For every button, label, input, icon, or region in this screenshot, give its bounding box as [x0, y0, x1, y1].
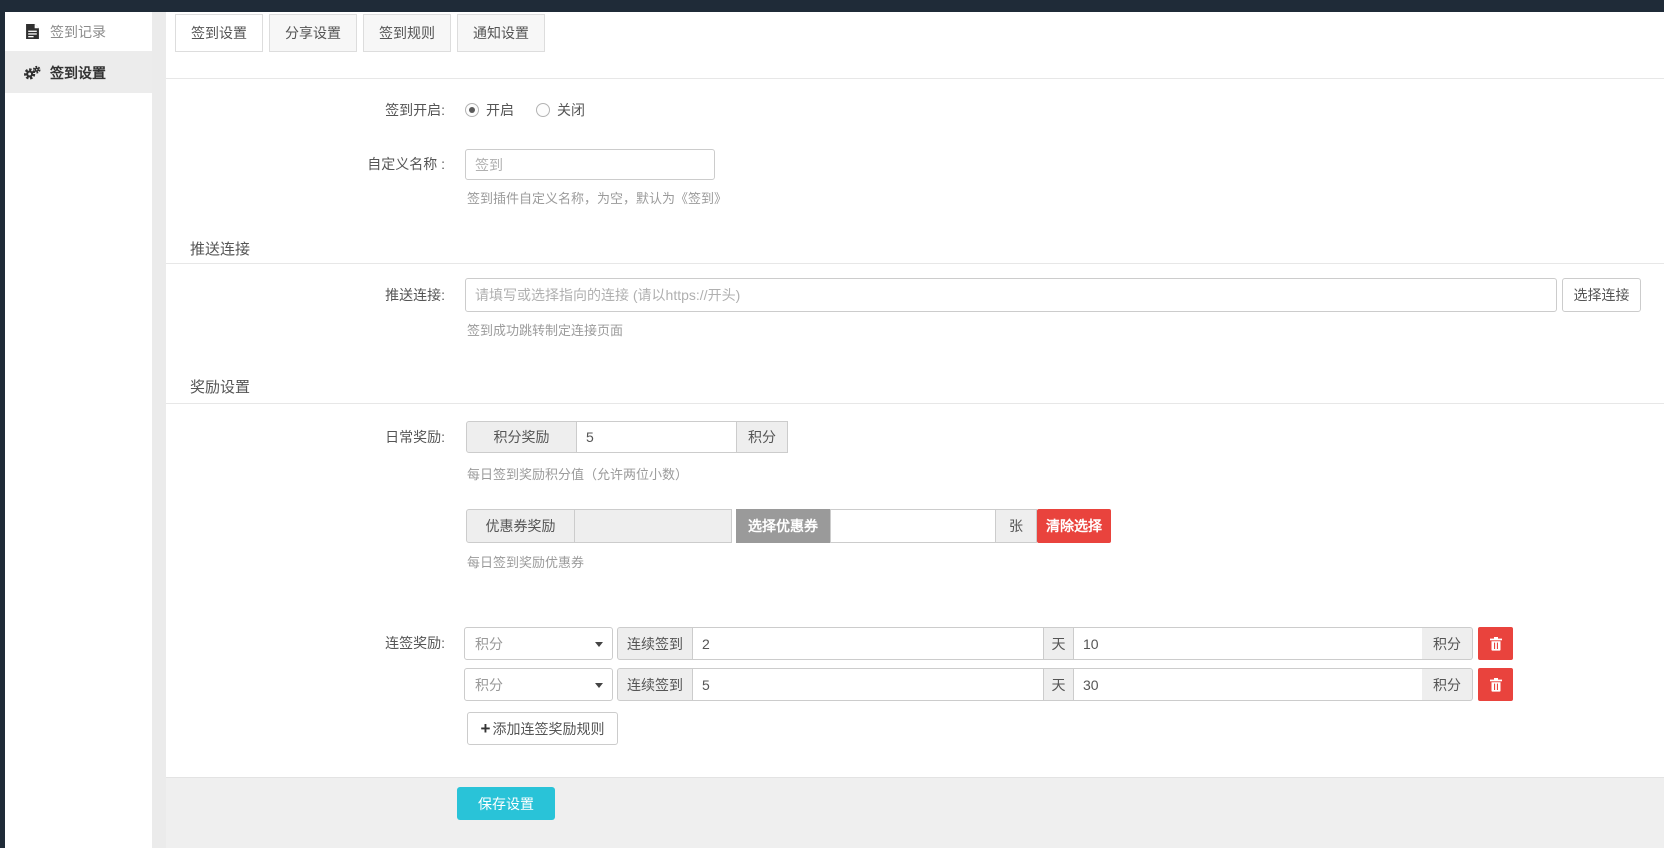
section-divider [166, 403, 1664, 404]
points-unit-addon: 积分 [736, 421, 788, 453]
sidebar-item-checkin-settings[interactable]: 签到设置 [5, 52, 152, 93]
radio-enable-off[interactable]: 关闭 [536, 100, 585, 120]
custom-name-input[interactable] [465, 149, 715, 180]
form-footer: 保存设置 [166, 777, 1664, 848]
coupon-count-input[interactable] [830, 509, 996, 543]
select-coupon-button[interactable]: 选择优惠券 [736, 509, 830, 543]
radio-enable-on[interactable]: 开启 [465, 100, 514, 120]
add-rule-label: 添加连签奖励规则 [492, 719, 604, 739]
daily-reward-help: 每日签到奖励积分值（允许两位小数） [467, 464, 688, 483]
main-panel: 签到设置 分享设置 签到规则 通知设置 签到开启: 开启 关闭 自定义名称 : … [166, 12, 1664, 848]
select-value: 积分 [475, 634, 503, 654]
enable-radio-group: 开启 关闭 [465, 100, 585, 120]
streak-days-unit-addon: 天 [1043, 668, 1074, 701]
trash-icon [1490, 678, 1502, 692]
custom-name-help: 签到插件自定义名称，为空，默认为《签到》 [467, 188, 727, 207]
coupon-reward-addon: 优惠券奖励 [466, 509, 575, 543]
header-divider [166, 78, 1664, 79]
streak-reward-label: 连签奖励: [166, 627, 445, 660]
streak-amount-input[interactable] [1073, 627, 1423, 660]
coupon-name-input [574, 509, 732, 543]
tab-notification-settings[interactable]: 通知设置 [457, 14, 545, 52]
streak-type-select[interactable]: 积分 [464, 668, 613, 701]
chevron-down-icon [595, 683, 603, 688]
custom-name-label: 自定义名称 : [166, 149, 445, 180]
points-reward-addon: 积分奖励 [466, 421, 577, 453]
radio-selected-icon [465, 103, 479, 117]
sidebar-item-label: 签到设置 [50, 63, 106, 83]
select-value: 积分 [475, 675, 503, 695]
tab-bar: 签到设置 分享设置 签到规则 通知设置 [175, 14, 551, 52]
tab-share-settings[interactable]: 分享设置 [269, 14, 357, 52]
streak-prefix-addon: 连续签到 [617, 627, 693, 660]
streak-suffix-addon: 积分 [1422, 668, 1473, 701]
streak-days-input[interactable] [692, 668, 1044, 701]
streak-prefix-addon: 连续签到 [617, 668, 693, 701]
streak-amount-input[interactable] [1073, 668, 1423, 701]
add-streak-rule-button[interactable]: + 添加连签奖励规则 [467, 712, 618, 745]
sidebar: 签到记录 签到设置 [5, 12, 152, 848]
gears-icon [23, 65, 41, 81]
tab-checkin-rules[interactable]: 签到规则 [363, 14, 451, 52]
save-settings-button[interactable]: 保存设置 [457, 787, 555, 820]
streak-suffix-addon: 积分 [1422, 627, 1473, 660]
tab-checkin-settings[interactable]: 签到设置 [175, 14, 263, 52]
app-root: 签到记录 签到设置 签到设置 分享设置 签到规则 通知设置 [0, 0, 1664, 848]
sidebar-item-checkin-records[interactable]: 签到记录 [5, 12, 152, 52]
top-bar [0, 0, 1664, 12]
radio-unselected-icon [536, 103, 550, 117]
left-edge-strip [0, 0, 5, 848]
trash-icon [1490, 637, 1502, 651]
streak-days-unit-addon: 天 [1043, 627, 1074, 660]
reward-section-title: 奖励设置 [190, 376, 250, 397]
enable-label: 签到开启: [166, 100, 445, 120]
radio-label: 开启 [486, 100, 514, 120]
delete-streak-rule-button[interactable] [1478, 668, 1513, 701]
push-section-title: 推送连接 [190, 238, 250, 259]
push-link-input[interactable] [465, 278, 1557, 312]
clear-coupon-button[interactable]: 清除选择 [1037, 509, 1111, 543]
sidebar-item-label: 签到记录 [50, 22, 106, 42]
push-link-help: 签到成功跳转制定连接页面 [467, 320, 623, 339]
daily-reward-label: 日常奖励: [166, 421, 445, 453]
daily-points-input[interactable] [576, 421, 737, 453]
push-link-label: 推送连接: [166, 278, 445, 312]
choose-link-button[interactable]: 选择连接 [1562, 278, 1641, 312]
coupon-reward-help: 每日签到奖励优惠券 [467, 552, 584, 571]
plus-icon: + [481, 720, 491, 737]
chevron-down-icon [595, 642, 603, 647]
radio-label: 关闭 [557, 100, 585, 120]
file-text-icon [23, 24, 41, 39]
section-divider [166, 263, 1664, 264]
streak-type-select[interactable]: 积分 [464, 627, 613, 660]
delete-streak-rule-button[interactable] [1478, 627, 1513, 660]
streak-days-input[interactable] [692, 627, 1044, 660]
coupon-unit-addon: 张 [995, 509, 1037, 543]
